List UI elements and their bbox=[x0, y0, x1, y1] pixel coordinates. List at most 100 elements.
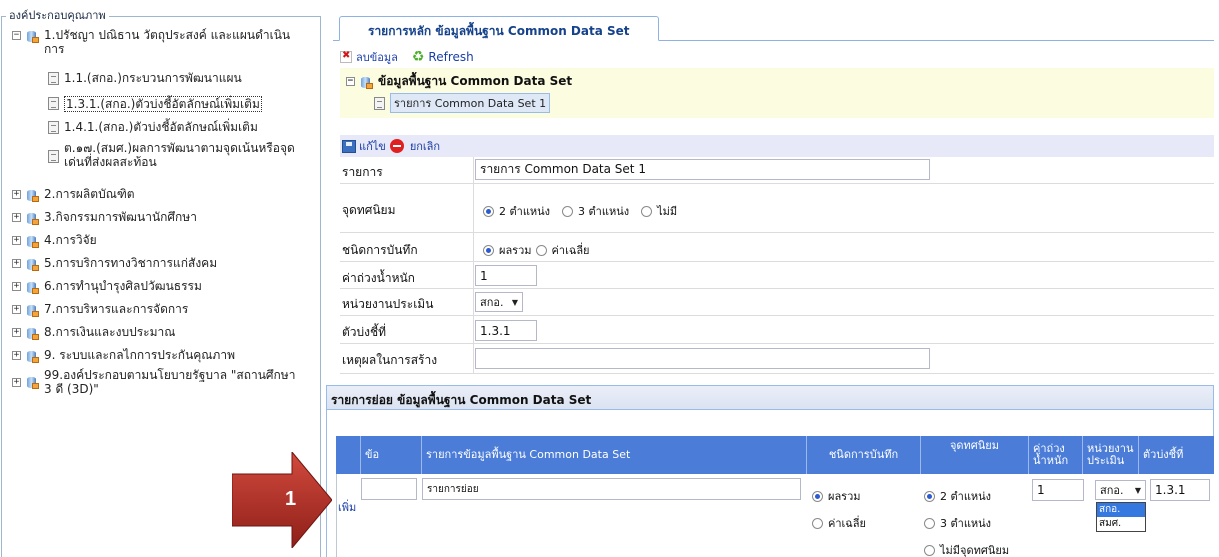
unit-label: หน่วยงานประเมิน bbox=[342, 297, 434, 311]
dataset-tree-root[interactable]: − ข้อมูลพื้นฐาน Common Data Set bbox=[346, 72, 572, 91]
radio-selected[interactable] bbox=[924, 490, 935, 502]
option-label: ไม่มี bbox=[657, 205, 678, 218]
database-icon bbox=[361, 75, 373, 89]
indicator-input[interactable] bbox=[475, 320, 537, 341]
radio[interactable] bbox=[562, 205, 574, 217]
radio-selected[interactable] bbox=[812, 490, 823, 502]
delete-button[interactable]: ลบข้อมูล bbox=[356, 48, 398, 66]
expand-icon[interactable]: + bbox=[12, 378, 21, 387]
sub-indicator-input[interactable] bbox=[1150, 479, 1210, 501]
tree-node-1[interactable]: − 1.ปรัชญา ปณิธาน วัตถุประสงค์ และแผนดำเ… bbox=[12, 28, 290, 56]
radio-selected[interactable] bbox=[483, 244, 494, 256]
option-label: ผลรวม bbox=[499, 244, 532, 257]
col-decimal: จุดทศนิยม bbox=[921, 436, 1029, 474]
tree-node-6[interactable]: + 6.การทำนุบำรุงศิลปวัฒนธรรม bbox=[12, 279, 202, 294]
expand-icon[interactable]: + bbox=[12, 236, 21, 245]
radio[interactable] bbox=[924, 544, 935, 556]
tree-leaf-label: 1.3.1.(สกอ.)ตัวบ่งชี้อัตลักษณ์เพิ่มเติม bbox=[64, 96, 262, 112]
decimal-radio-group: 2 ตำแหน่ง 3 ตำแหน่ง ไม่มี bbox=[483, 202, 689, 220]
database-icon bbox=[27, 303, 39, 317]
dataset-tree-child[interactable]: รายการ Common Data Set 1 bbox=[374, 93, 551, 113]
radio[interactable] bbox=[812, 517, 823, 529]
tree-leaf-1-4-1[interactable]: 1.4.1.(สกอ.)ตัวบ่งชี้อัตลักษณ์เพิ่มเติม bbox=[48, 120, 258, 134]
expand-icon[interactable]: + bbox=[12, 282, 21, 291]
tree-leaf-label-cont: เด่นที่ส่งผลสะท้อน bbox=[64, 155, 157, 169]
option-label: 2 ตำแหน่ง bbox=[940, 490, 992, 503]
tree-node-99[interactable]: + 99.องค์ประกอบตามนโยบายรัฐบาล "สถานศึกษ… bbox=[12, 368, 295, 396]
column-divider bbox=[473, 184, 474, 232]
tree-leaf-1-3-1[interactable]: 1.3.1.(สกอ.)ตัวบ่งชี้อัตลักษณ์เพิ่มเติม bbox=[48, 96, 262, 112]
collapse-icon[interactable]: − bbox=[12, 31, 21, 40]
tree-node-7[interactable]: + 7.การบริหารและการจัดการ bbox=[12, 302, 188, 317]
expand-icon[interactable]: + bbox=[12, 190, 21, 199]
sub-decimal-option-3[interactable]: 3 ตำแหน่ง bbox=[924, 514, 991, 532]
tree-node-8[interactable]: + 8.การเงินและงบประมาณ bbox=[12, 325, 175, 340]
sub-unit-select[interactable]: สกอ. ▼ bbox=[1095, 480, 1146, 500]
option-label: 3 ตำแหน่ง bbox=[940, 517, 992, 530]
tree-leaf-label: 1.4.1.(สกอ.)ตัวบ่งชี้อัตลักษณ์เพิ่มเติม bbox=[64, 120, 258, 134]
dropdown-option-sko[interactable]: สกอ. bbox=[1097, 503, 1145, 517]
decimal-option-none[interactable]: ไม่มี bbox=[641, 202, 677, 220]
sub-decimal-option-2[interactable]: 2 ตำแหน่ง bbox=[924, 487, 991, 505]
tree-node-label: 3.กิจกรรมการพัฒนานักศึกษา bbox=[44, 210, 197, 224]
tree-leaf-1-1[interactable]: 1.1.(สกอ.)กระบวนการพัฒนาแผน bbox=[48, 71, 242, 85]
form-row-reason: เหตุผลในการสร้าง bbox=[340, 344, 1214, 374]
sub-record-radio-group: ผลรวม ค่าเฉลี่ย bbox=[812, 487, 878, 532]
radio[interactable] bbox=[535, 244, 547, 256]
item-name-input[interactable] bbox=[475, 159, 930, 180]
reason-input[interactable] bbox=[475, 348, 930, 369]
tree-node-5[interactable]: + 5.การบริการทางวิชาการแก่สังคม bbox=[12, 256, 217, 271]
col-blank bbox=[336, 436, 361, 474]
refresh-icon[interactable]: ♻ bbox=[412, 49, 425, 65]
refresh-button[interactable]: Refresh bbox=[428, 50, 473, 64]
sub-name-input[interactable] bbox=[422, 478, 801, 500]
sub-weight-input[interactable] bbox=[1032, 479, 1084, 501]
tree-node-9[interactable]: + 9. ระบบและกลไกการประกันคุณภาพ bbox=[12, 348, 235, 363]
expand-icon[interactable]: + bbox=[12, 351, 21, 360]
column-divider bbox=[473, 157, 474, 183]
decimal-option-2[interactable]: 2 ตำแหน่ง bbox=[483, 202, 550, 220]
tree-node-label: 4.การวิจัย bbox=[44, 233, 97, 247]
radio-selected[interactable] bbox=[483, 205, 494, 217]
cancel-icon[interactable] bbox=[389, 139, 404, 153]
tab-main-list[interactable]: รายการหลัก ข้อมูลพื้นฐาน Common Data Set bbox=[339, 16, 659, 41]
tree-node-4[interactable]: + 4.การวิจัย bbox=[12, 233, 97, 248]
document-icon bbox=[48, 72, 59, 85]
unit-select[interactable]: สกอ. ▼ bbox=[475, 292, 523, 312]
sub-record-option-avg[interactable]: ค่าเฉลี่ย bbox=[812, 514, 866, 532]
save-icon[interactable] bbox=[342, 139, 356, 153]
expand-icon[interactable]: + bbox=[12, 213, 21, 222]
edit-toolbar: แก้ไข ยกเลิก bbox=[340, 135, 1214, 157]
sub-decimal-option-none[interactable]: ไม่มีจุดทศนิยม bbox=[924, 541, 1009, 557]
edit-button[interactable]: แก้ไข bbox=[359, 137, 386, 155]
main-toolbar: ลบข้อมูล ♻ Refresh bbox=[340, 48, 474, 66]
form-row-weight: ค่าถ่วงน้ำหนัก bbox=[340, 262, 1214, 289]
form-row-item: รายการ bbox=[340, 157, 1214, 184]
col-name: รายการข้อมูลพื้นฐาน Common Data Set bbox=[422, 436, 807, 474]
radio[interactable] bbox=[641, 205, 653, 217]
tree-node-label: 6.การทำนุบำรุงศิลปวัฒนธรรม bbox=[44, 279, 202, 293]
cancel-button[interactable]: ยกเลิก bbox=[410, 137, 440, 155]
weight-label: ค่าถ่วงน้ำหนัก bbox=[342, 271, 415, 285]
expand-icon[interactable]: + bbox=[12, 328, 21, 337]
database-icon bbox=[27, 188, 39, 202]
dropdown-option-smsh[interactable]: สมศ. bbox=[1097, 517, 1145, 531]
record-option-sum[interactable]: ผลรวม bbox=[483, 241, 532, 259]
collapse-icon[interactable]: − bbox=[346, 77, 355, 86]
decimal-option-3[interactable]: 3 ตำแหน่ง bbox=[562, 202, 629, 220]
tree-node-2[interactable]: + 2.การผลิตบัณฑิต bbox=[12, 187, 135, 202]
delete-icon[interactable] bbox=[340, 50, 352, 63]
column-divider bbox=[473, 344, 474, 373]
weight-input[interactable] bbox=[475, 265, 537, 286]
radio[interactable] bbox=[924, 517, 935, 529]
expand-icon[interactable]: + bbox=[12, 259, 21, 268]
record-option-avg[interactable]: ค่าเฉลี่ย bbox=[535, 241, 590, 259]
add-button[interactable]: เพิ่ม bbox=[338, 498, 356, 516]
expand-icon[interactable]: + bbox=[12, 305, 21, 314]
sub-record-option-sum[interactable]: ผลรวม bbox=[812, 487, 861, 505]
sub-no-input[interactable] bbox=[361, 478, 417, 500]
reason-label: เหตุผลในการสร้าง bbox=[342, 353, 438, 367]
tree-node-3[interactable]: + 3.กิจกรรมการพัฒนานักศึกษา bbox=[12, 210, 197, 225]
sub-items-grid-header: ข้อ รายการข้อมูลพื้นฐาน Common Data Set … bbox=[336, 436, 1214, 474]
tree-leaf-t17[interactable]: ต.๑๗.(สมศ.)ผลการพัฒนาตามจุดเน้นหรือจุด เ… bbox=[48, 141, 295, 169]
